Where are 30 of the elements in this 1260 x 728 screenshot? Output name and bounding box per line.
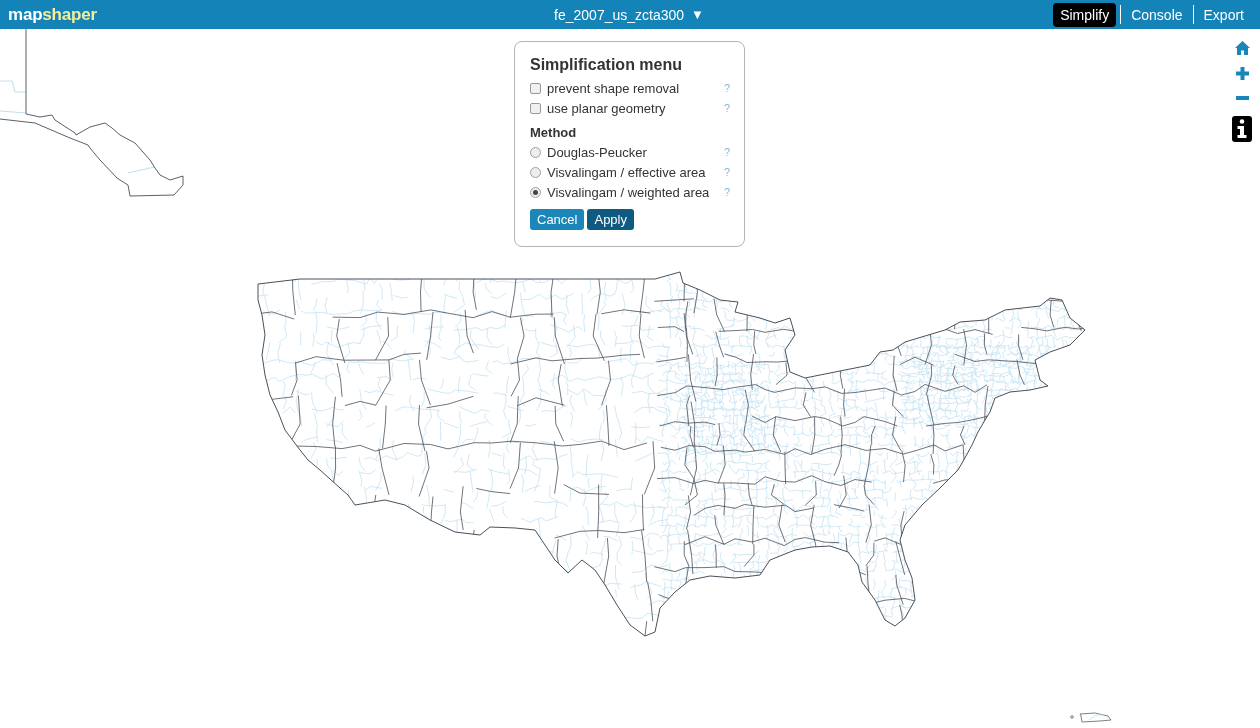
nav-tab[interactable]: Console [1125, 2, 1189, 27]
layer-menu-button[interactable]: fe_2007_us_zcta300 ▼ [550, 3, 708, 26]
info-icon[interactable] [1232, 116, 1252, 142]
option-label: use planar geometry [547, 101, 666, 115]
option-label: Douglas-Peucker [547, 145, 647, 159]
option-label: prevent shape removal [547, 81, 680, 95]
panel-title: Simplification menu [530, 55, 683, 75]
help-link[interactable]: ? [723, 146, 730, 158]
caret-icon: ▼ [691, 8, 704, 21]
help-link[interactable]: ? [723, 166, 730, 178]
zoom-out-icon[interactable] [1235, 96, 1249, 100]
apply-button[interactable]: Apply [587, 209, 634, 230]
checkbox[interactable] [530, 102, 541, 114]
help-link[interactable]: ? [723, 102, 730, 114]
radio-button[interactable] [530, 166, 541, 178]
nav-tab[interactable]: Simplify [1053, 2, 1117, 27]
checkbox[interactable] [530, 82, 541, 94]
radio-button[interactable] [530, 186, 541, 198]
help-link[interactable]: ? [723, 186, 730, 198]
cancel-button[interactable]: Cancel [530, 209, 585, 230]
zoom-in-icon[interactable] [1235, 67, 1249, 80]
option-label: Visvalingam / weighted area [547, 185, 710, 199]
island-map-outline [1069, 711, 1113, 724]
radio-button[interactable] [530, 146, 541, 158]
option-label: Visvalingam / effective area [547, 165, 706, 179]
home-icon[interactable] [1234, 41, 1250, 55]
method-heading: Method [530, 124, 578, 142]
app-logo: mapshaper [8, 6, 97, 23]
nav-tab[interactable]: Export [1197, 2, 1250, 27]
help-link[interactable]: ? [723, 82, 730, 94]
